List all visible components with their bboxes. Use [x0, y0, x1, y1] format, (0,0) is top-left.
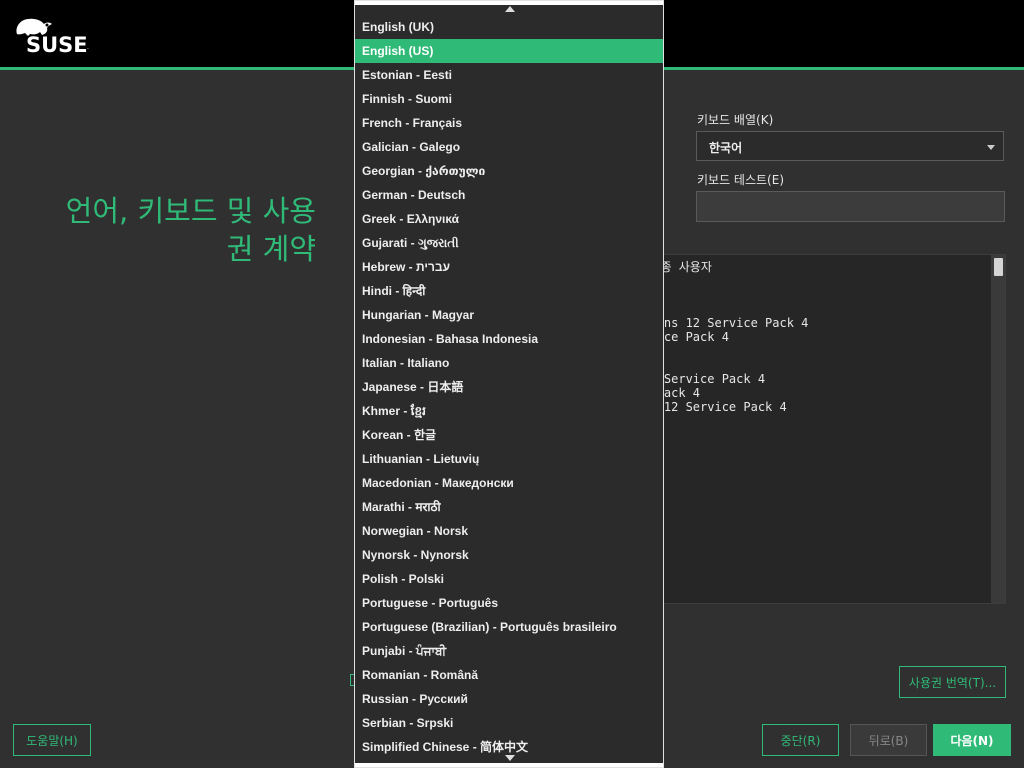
next-button[interactable]: 다음(N) [933, 724, 1011, 756]
language-list: English (UK) English (US) Estonian - Eesti… [355, 15, 663, 759]
dropdown-top-edge [355, 1, 663, 5]
license-scrollbar[interactable] [991, 255, 1005, 603]
language-option[interactable]: Japanese - 日本語 [355, 375, 663, 399]
keyboard-layout-select[interactable]: 한국어 [696, 131, 1004, 161]
abort-button[interactable]: 중단(R) [762, 724, 839, 756]
language-option[interactable]: English (US) [355, 39, 663, 63]
language-option[interactable]: Khmer - ខ្មែរ [355, 399, 663, 423]
keyboard-test-label: 키보드 테스트(E) [697, 173, 785, 187]
scroll-up-icon[interactable] [505, 6, 515, 12]
language-dropdown[interactable]: English (UK) English (US) Estonian - Eesti… [354, 0, 664, 768]
language-option[interactable]: Romanian - Română [355, 663, 663, 687]
brand-name: SUSE [26, 33, 88, 57]
keyboard-layout-label: 키보드 배열(K) [697, 113, 774, 127]
language-option[interactable]: Marathi - मराठी [355, 495, 663, 519]
language-option[interactable]: Hindi - हिन्दी [355, 279, 663, 303]
language-option[interactable]: Hebrew - עברית [355, 255, 663, 279]
license-translations-button[interactable]: 사용권 번역(T)... [899, 666, 1006, 698]
language-option[interactable]: Macedonian - Македонски [355, 471, 663, 495]
dropdown-bottom-edge [355, 763, 663, 767]
back-button[interactable]: 뒤로(B) [850, 724, 927, 756]
language-option[interactable]: Gujarati - ગુજરાતી [355, 231, 663, 255]
page-title-line-1: 언어, 키보드 및 사용 [65, 194, 316, 228]
language-option[interactable]: Russian - Русский [355, 687, 663, 711]
language-option[interactable]: Finnish - Suomi [355, 87, 663, 111]
language-option[interactable]: Nynorsk - Nynorsk [355, 543, 663, 567]
license-scrollbar-thumb[interactable] [994, 258, 1003, 276]
language-option[interactable]: French - Français [355, 111, 663, 135]
page-title-line-2: 권 계약 [226, 232, 316, 266]
language-option[interactable]: Georgian - ქართული [355, 159, 663, 183]
keyboard-test-input[interactable] [696, 191, 1005, 222]
keyboard-layout-value: 한국어 [709, 141, 743, 155]
language-option[interactable]: Greek - Ελληνικά [355, 207, 663, 231]
license-text-area[interactable]: e 최종 사용자 k 4 ations 12 Service Pack 4 er… [620, 254, 1006, 604]
language-option[interactable]: Punjabi - ਪੰਜਾਬੀ [355, 639, 663, 663]
language-option[interactable]: German - Deutsch [355, 183, 663, 207]
language-option[interactable]: Korean - 한글 [355, 423, 663, 447]
language-option[interactable]: Portuguese - Português [355, 591, 663, 615]
language-option[interactable]: Indonesian - Bahasa Indonesia [355, 327, 663, 351]
language-option[interactable]: Hungarian - Magyar [355, 303, 663, 327]
language-option[interactable]: Portuguese (Brazilian) - Português brasi… [355, 615, 663, 639]
scroll-down-icon[interactable] [505, 755, 515, 761]
suse-logo: SUSE . [14, 16, 89, 57]
brand-mark: . [87, 44, 89, 51]
language-option[interactable]: Lithuanian - Lietuvių [355, 447, 663, 471]
language-option[interactable]: Polish - Polski [355, 567, 663, 591]
help-button[interactable]: 도움말(H) [13, 724, 91, 756]
language-option[interactable]: Serbian - Srpski [355, 711, 663, 735]
language-option[interactable]: Estonian - Eesti [355, 63, 663, 87]
page-title: 언어, 키보드 및 사용 권 계약 [66, 192, 316, 268]
chevron-down-icon [987, 145, 995, 150]
language-option[interactable]: Galician - Galego [355, 135, 663, 159]
language-option[interactable]: Italian - Italiano [355, 351, 663, 375]
language-option[interactable]: English (UK) [355, 15, 663, 39]
language-option[interactable]: Norwegian - Norsk [355, 519, 663, 543]
